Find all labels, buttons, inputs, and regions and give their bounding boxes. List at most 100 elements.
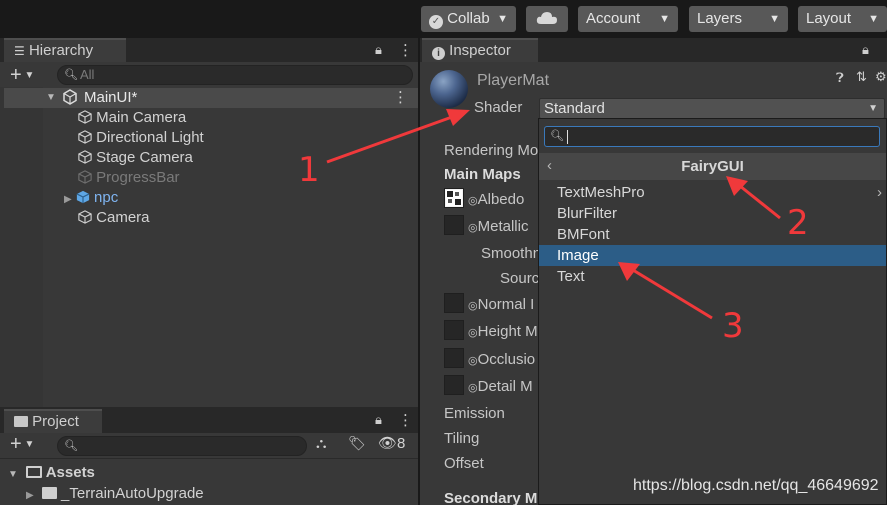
- lock-icon[interactable]: 🔒︎: [375, 412, 382, 428]
- tag-icon[interactable]: 🏷︎: [348, 435, 366, 452]
- item-label: ProgressBar: [96, 169, 180, 186]
- hierarchy-item-camera[interactable]: Camera: [78, 208, 150, 228]
- height-texture-slot[interactable]: [444, 320, 464, 340]
- chevron-down-icon: ▼: [21, 439, 35, 450]
- height-map-label: ◎Height M: [468, 323, 538, 340]
- filter-by-type-icon[interactable]: ⛬: [316, 435, 327, 452]
- emission-label: Emission: [444, 405, 505, 422]
- gear-icon[interactable]: ⚙: [875, 69, 887, 85]
- project-search-input[interactable]: 🔍︎: [57, 436, 307, 456]
- gameobject-cube-icon: [78, 170, 92, 184]
- item-label: Directional Light: [96, 129, 204, 146]
- item-label: Main Camera: [96, 109, 187, 126]
- hierarchy-item-stage-camera[interactable]: Stage Camera: [78, 148, 193, 168]
- top-toolbar: ✓ Collab ▼ Account ▼ Layers ▼ Layout ▼: [0, 0, 887, 38]
- normal-map-label: ◎Normal I: [468, 296, 535, 313]
- object-picker-icon[interactable]: ◎: [468, 222, 478, 234]
- folder-icon: [41, 487, 57, 499]
- lock-icon[interactable]: 🔒︎: [862, 42, 869, 58]
- layers-dropdown[interactable]: Layers ▼: [689, 6, 788, 32]
- metallic-texture-slot[interactable]: [444, 215, 464, 235]
- hierarchy-item-directional-light[interactable]: Directional Light: [78, 128, 204, 148]
- plus-icon: +: [10, 433, 22, 455]
- menu-item-label: Image: [557, 247, 599, 264]
- open-folder-icon: [26, 466, 43, 478]
- occlusion-texture-slot[interactable]: [444, 348, 464, 368]
- tab-hierarchy[interactable]: ☰ Hierarchy: [4, 38, 126, 62]
- object-picker-icon[interactable]: ◎: [468, 355, 478, 367]
- collab-button[interactable]: ✓ Collab ▼: [421, 6, 516, 32]
- more-options-icon[interactable]: ⋮: [398, 41, 413, 59]
- object-picker-icon[interactable]: ◎: [468, 327, 478, 339]
- menu-header[interactable]: ‹ FairyGUI: [539, 153, 886, 180]
- menu-item-bmfont[interactable]: BMFont: [539, 224, 886, 245]
- menu-item-blurfilter[interactable]: BlurFilter: [539, 203, 886, 224]
- folder-icon: [14, 416, 28, 427]
- more-options-icon[interactable]: ⋮: [398, 411, 413, 429]
- shader-menu-search-input[interactable]: 🔍︎: [544, 126, 880, 147]
- detail-texture-slot[interactable]: [444, 375, 464, 395]
- hidden-packages-toggle[interactable]: 👁︎8: [378, 434, 405, 452]
- scene-row[interactable]: ▼ MainUI* ⋮: [4, 88, 418, 108]
- hierarchy-search-input[interactable]: 🔍︎ All: [57, 65, 413, 85]
- tab-inspector[interactable]: i Inspector: [422, 38, 538, 62]
- metallic-label: ◎Metallic: [468, 218, 529, 235]
- gameobject-cube-icon: [78, 210, 92, 224]
- preset-sliders-icon[interactable]: ⇅: [856, 69, 867, 85]
- create-button[interactable]: + ▼: [10, 64, 35, 86]
- texture-pattern-icon: [446, 190, 462, 206]
- layers-label: Layers: [697, 10, 743, 27]
- source-label: Sourc: [500, 270, 540, 287]
- more-options-icon[interactable]: ⋮: [393, 88, 408, 108]
- layout-dropdown[interactable]: Layout ▼: [798, 6, 887, 32]
- cloud-button[interactable]: [526, 6, 568, 32]
- hierarchy-item-main-camera[interactable]: Main Camera: [78, 108, 186, 128]
- hierarchy-item-npc[interactable]: ▶ npc: [64, 188, 118, 208]
- plus-icon: +: [10, 64, 22, 86]
- smoothness-label: Smoothn: [481, 245, 542, 262]
- project-item-assets[interactable]: ▼ Assets: [8, 463, 95, 483]
- menu-item-textmeshpro[interactable]: TextMeshPro ›: [539, 182, 886, 203]
- shader-value: Standard: [544, 100, 605, 117]
- help-icon[interactable]: ❓︎: [836, 70, 844, 86]
- menu-item-text[interactable]: Text: [539, 266, 886, 287]
- create-button[interactable]: + ▼: [10, 433, 35, 455]
- annotation-number-1: 1: [298, 150, 320, 190]
- hierarchy-panel: + ▼ 🔍︎ All ▼ MainUI* ⋮ Main Camera Direc…: [0, 62, 418, 407]
- lock-icon[interactable]: 🔒︎: [375, 42, 382, 58]
- hierarchy-item-progressbar[interactable]: ProgressBar: [78, 168, 180, 188]
- search-icon: 🔍︎: [64, 69, 78, 81]
- project-item-terrain-auto-upgrade[interactable]: ▶ _TerrainAutoUpgrade: [26, 484, 204, 504]
- prefab-cube-icon: [76, 190, 90, 204]
- expand-arrow-icon: ▶: [64, 194, 72, 205]
- item-label: _TerrainAutoUpgrade: [61, 485, 204, 502]
- object-picker-icon[interactable]: ◎: [468, 382, 478, 394]
- hierarchy-list-icon: ☰: [14, 44, 25, 58]
- chevron-down-icon: ▼: [769, 13, 780, 25]
- normal-texture-slot[interactable]: [444, 293, 464, 313]
- shader-dropdown[interactable]: Standard ▼: [539, 98, 885, 119]
- tab-project[interactable]: Project: [4, 409, 102, 433]
- chevron-down-icon: ▼: [21, 70, 35, 81]
- albedo-texture-slot[interactable]: [444, 188, 464, 208]
- eye-slash-icon: 👁︎: [378, 435, 398, 452]
- secondary-maps-heading: Secondary M: [444, 490, 538, 505]
- gameobject-cube-icon: [78, 110, 92, 124]
- object-picker-icon[interactable]: ◎: [468, 195, 478, 207]
- menu-item-image[interactable]: Image: [539, 245, 886, 266]
- menu-item-label: BMFont: [557, 226, 610, 243]
- gameobject-cube-icon: [78, 130, 92, 144]
- chevron-down-icon: ▼: [659, 13, 670, 25]
- account-dropdown[interactable]: Account ▼: [578, 6, 678, 32]
- account-label: Account: [586, 10, 641, 27]
- hidden-count: 8: [397, 435, 406, 452]
- shader-label: Shader: [474, 99, 523, 116]
- menu-item-label: Text: [557, 268, 585, 285]
- menu-item-label: TextMeshPro: [557, 184, 645, 201]
- chevron-down-icon: ▼: [497, 13, 508, 25]
- hierarchy-gutter: [0, 87, 43, 407]
- annotation-number-3: 3: [722, 306, 744, 346]
- object-picker-icon[interactable]: ◎: [468, 300, 478, 312]
- project-panel: + ▼ 🔍︎ ⛬ 🏷︎ 👁︎8 ▼ Assets ▶ _TerrainAutoU…: [0, 433, 418, 505]
- expand-arrow-icon: ▼: [8, 469, 18, 480]
